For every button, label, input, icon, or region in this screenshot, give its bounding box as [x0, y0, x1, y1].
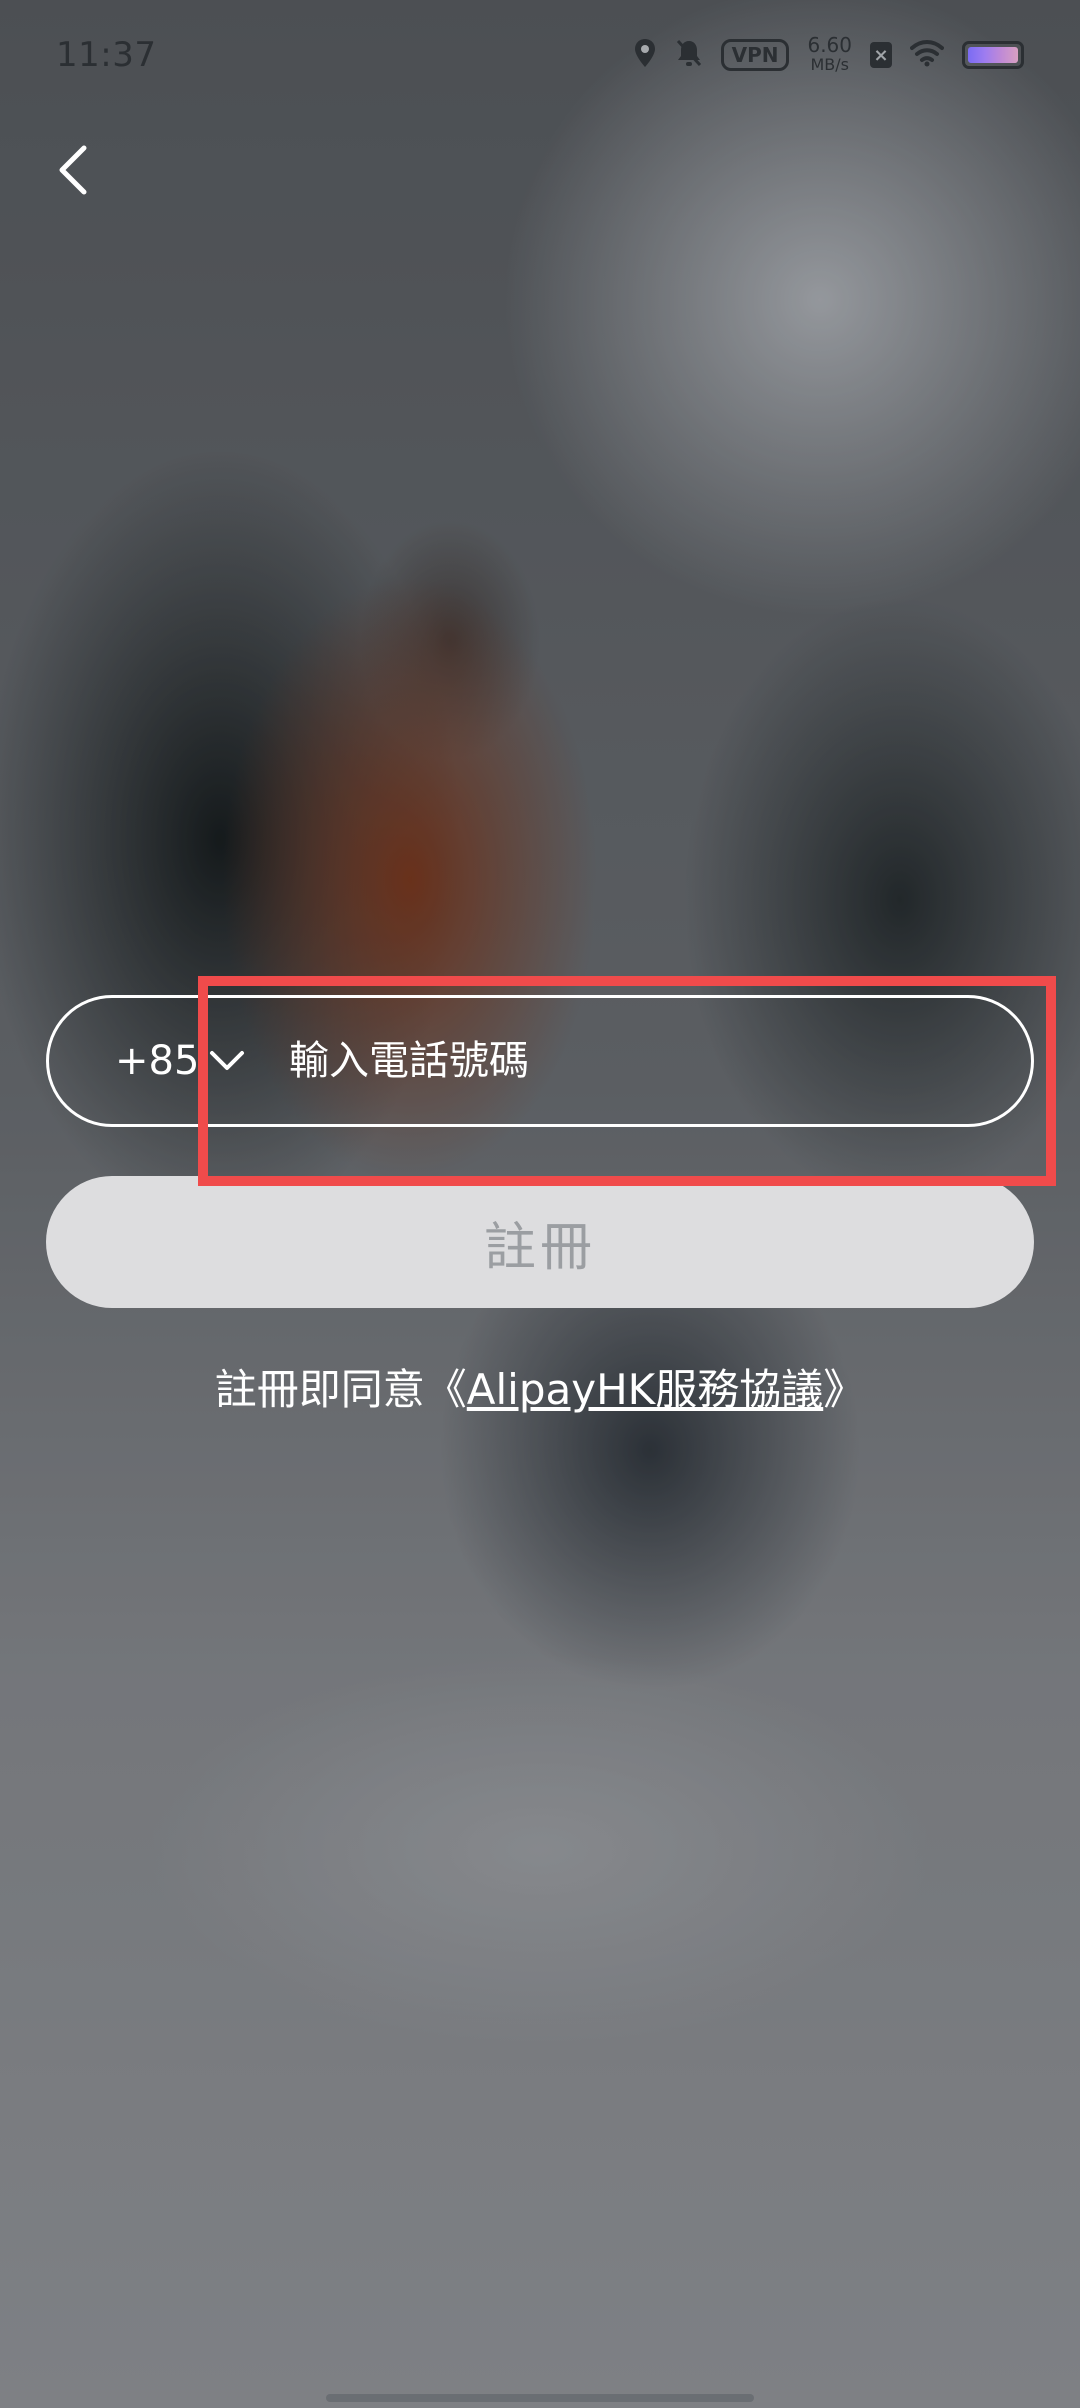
- agreement-suffix: 》: [823, 1365, 866, 1414]
- network-speed-unit: MB/s: [810, 55, 849, 74]
- close-box-icon: ×: [870, 42, 892, 68]
- register-button[interactable]: 註冊: [46, 1176, 1034, 1308]
- home-indicator[interactable]: [326, 2394, 754, 2402]
- agreement-prefix: 註冊即同意《: [214, 1365, 467, 1414]
- agreement-text: 註冊即同意《AlipayHK服務協議》: [0, 1356, 1080, 1417]
- country-code-selector[interactable]: +852: [115, 998, 247, 1124]
- chevron-left-icon: [59, 145, 87, 195]
- back-button[interactable]: [36, 132, 112, 208]
- vpn-icon: VPN: [720, 39, 790, 71]
- phone-number-input[interactable]: [287, 997, 1031, 1125]
- battery-level: [968, 47, 1018, 63]
- country-code-label: +852: [115, 1038, 207, 1084]
- status-bar: 11:37 VPN 6.60 MB/s ×: [0, 0, 1080, 110]
- chevron-down-icon: [207, 1041, 247, 1081]
- network-speed-value: 6.60: [807, 33, 852, 57]
- status-time: 11:37: [56, 35, 157, 75]
- battery-icon: [962, 41, 1024, 69]
- network-speed: 6.60 MB/s: [807, 35, 852, 75]
- bell-off-icon: [675, 38, 703, 72]
- location-icon: [633, 38, 657, 72]
- status-icons: VPN 6.60 MB/s ×: [633, 35, 1024, 75]
- service-agreement-link[interactable]: AlipayHK服務協議: [467, 1365, 823, 1414]
- wifi-icon: [910, 39, 944, 71]
- phone-field: +852: [46, 995, 1034, 1127]
